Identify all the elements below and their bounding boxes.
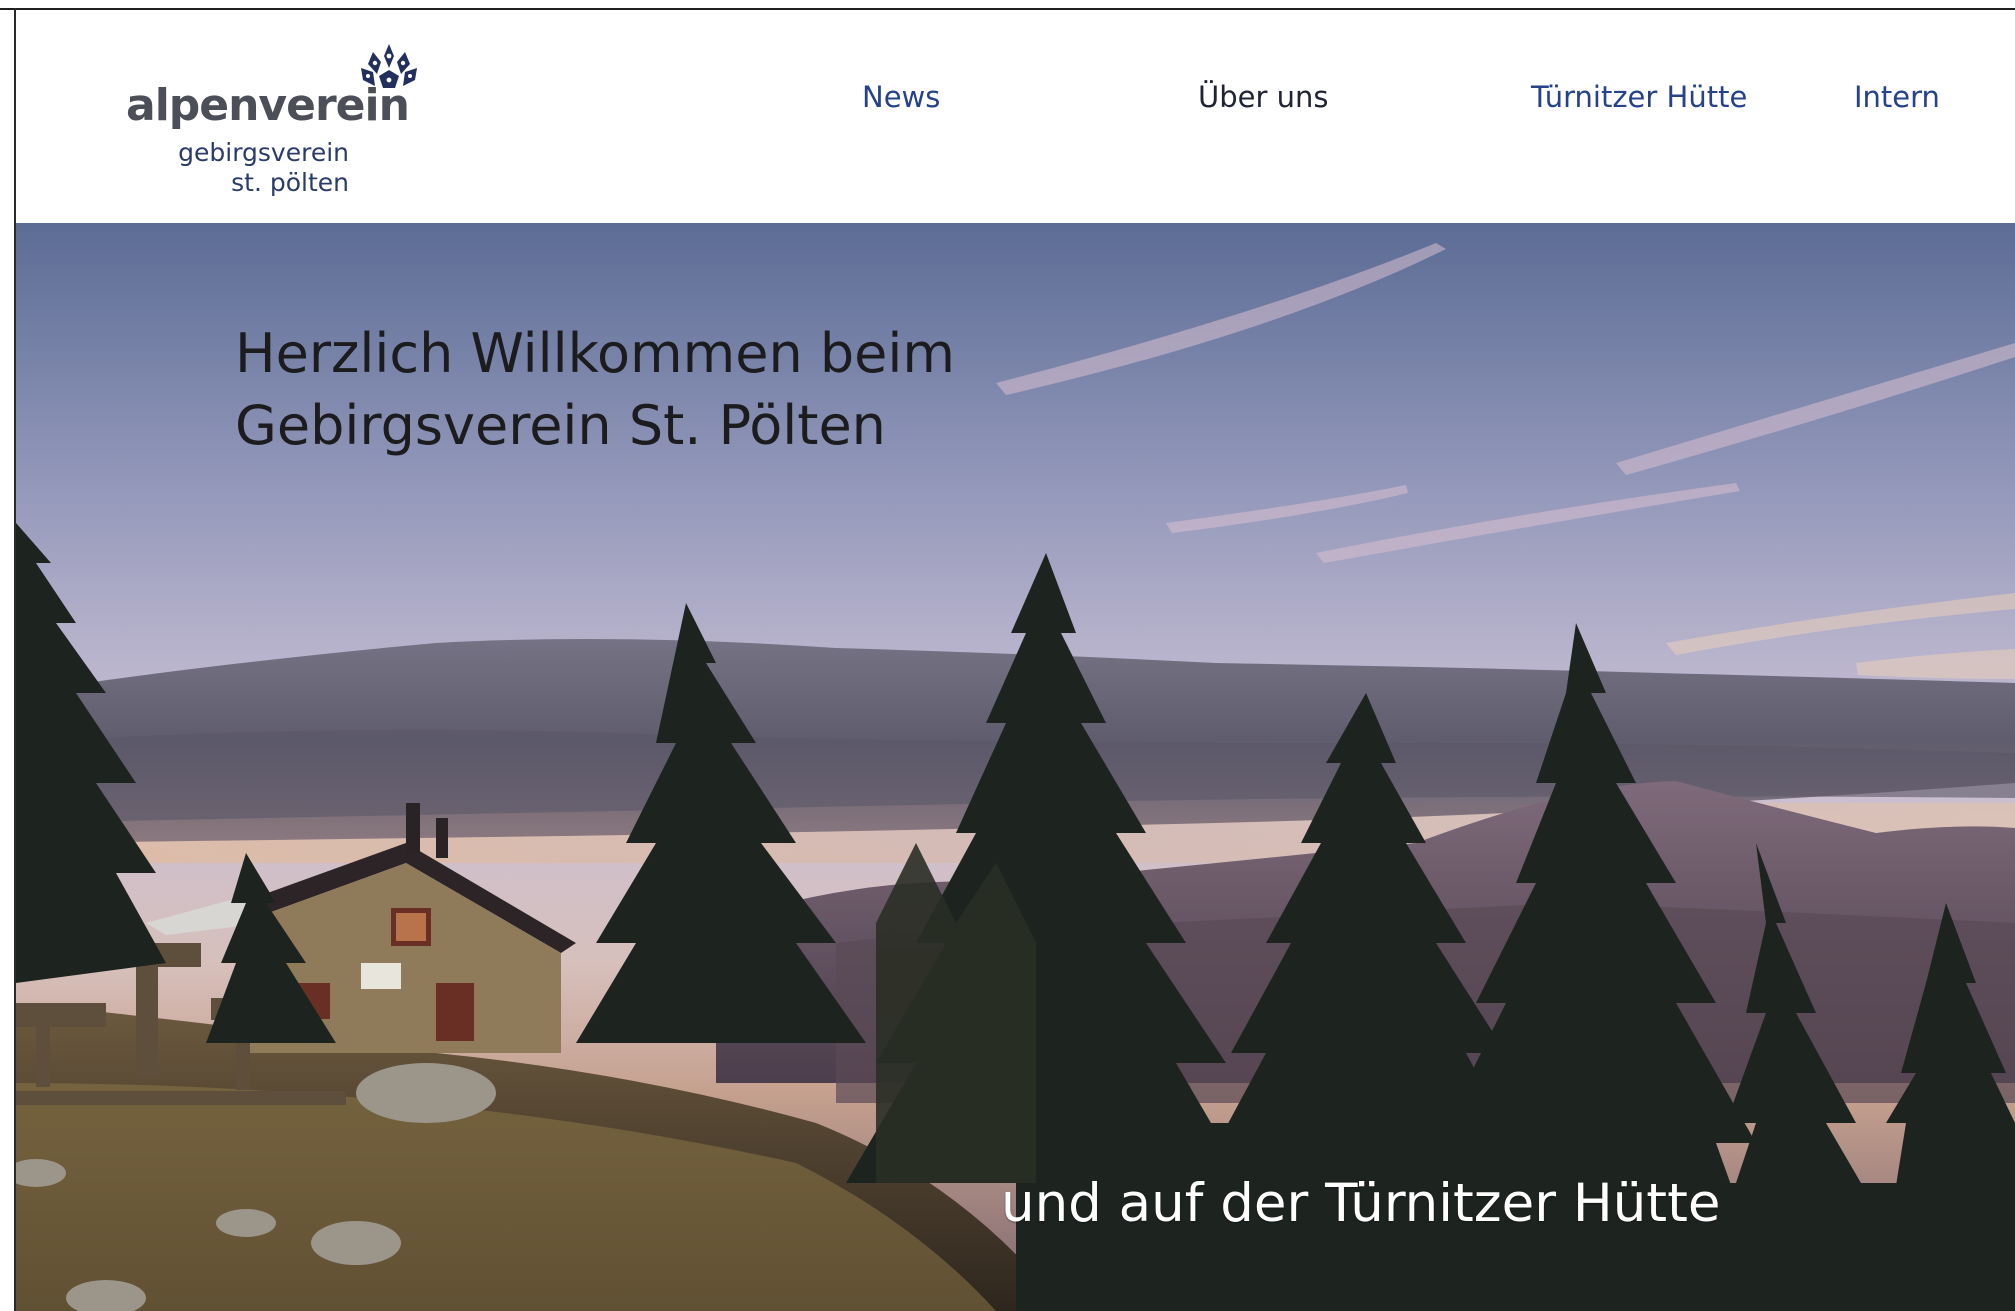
- nav-about-us[interactable]: Über uns: [1198, 80, 1329, 114]
- hero-banner: Herzlich Willkommen beim Gebirgsverein S…: [16, 223, 2015, 1311]
- nav-intern[interactable]: Intern: [1854, 80, 1940, 114]
- logo-wordmark: alpenverein: [126, 80, 410, 131]
- site-header: alpenverein gebirgsverein st. pölten New…: [16, 10, 2015, 223]
- hero-title-line-1: Herzlich Willkommen beim: [235, 322, 955, 385]
- logo-subline-2: st. pölten: [231, 168, 349, 197]
- hero-title: Herzlich Willkommen beim Gebirgsverein S…: [235, 318, 955, 462]
- hero-title-line-2: Gebirgsverein St. Pölten: [235, 394, 886, 457]
- nav-tuernitzer-huette[interactable]: Türnitzer Hütte: [1531, 80, 1747, 114]
- nav-news[interactable]: News: [862, 80, 940, 114]
- logo-subline-1: gebirgsverein: [178, 138, 349, 167]
- hero-subtitle: und auf der Türnitzer Hütte: [1001, 1173, 1721, 1234]
- site-logo[interactable]: alpenverein gebirgsverein st. pölten: [112, 32, 452, 197]
- page: alpenverein gebirgsverein st. pölten New…: [0, 0, 2015, 1311]
- window-border-left: [14, 8, 16, 1311]
